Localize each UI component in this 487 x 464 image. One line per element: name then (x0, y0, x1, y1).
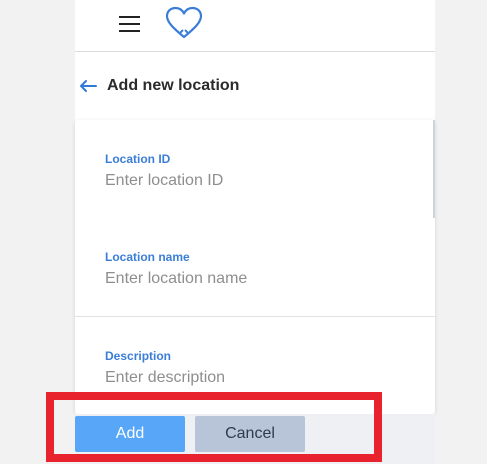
location-id-label: Location ID (105, 152, 171, 166)
page-title: Add new location (107, 77, 240, 94)
description-input[interactable] (105, 367, 405, 389)
heart-icon (165, 6, 203, 39)
page-header: Add new location (75, 52, 435, 120)
back-arrow-icon[interactable] (78, 78, 98, 94)
description-label: Description (105, 349, 172, 363)
field-divider (75, 316, 435, 317)
location-form: Location ID Location name Description (75, 120, 435, 414)
add-button[interactable]: Add (75, 416, 185, 452)
location-id-input[interactable] (105, 170, 405, 192)
form-scrollbar[interactable] (433, 120, 435, 218)
cancel-button[interactable]: Cancel (195, 416, 305, 452)
location-name-input[interactable] (105, 268, 405, 290)
top-bar (75, 0, 435, 52)
hamburger-menu-icon[interactable] (119, 15, 141, 33)
location-name-label: Location name (105, 250, 190, 264)
